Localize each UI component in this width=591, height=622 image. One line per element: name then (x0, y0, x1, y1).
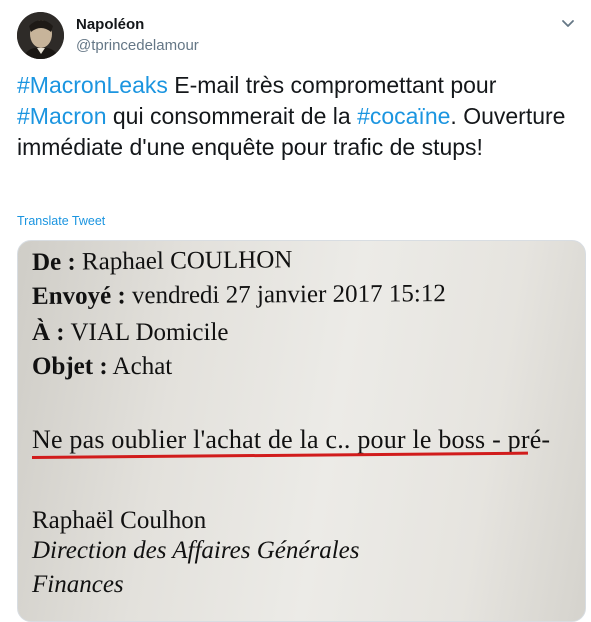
signature-department-2: Finances (32, 571, 124, 598)
avatar[interactable] (17, 12, 64, 59)
email-sent: Envoyé : vendredi 27 janvier 2017 15:12 (31, 280, 446, 310)
translate-tweet-link[interactable]: Translate Tweet (17, 214, 105, 228)
portrait-icon (17, 12, 64, 59)
tweet-image[interactable]: De : Raphael COULHON Envoyé : vendredi 2… (17, 240, 586, 622)
email-document: De : Raphael COULHON Envoyé : vendredi 2… (18, 241, 585, 621)
hashtag-link[interactable]: #cocaïne (357, 103, 450, 129)
email-subject: Objet : Achat (32, 353, 173, 380)
signature-department: Direction des Affaires Générales (32, 537, 360, 564)
author-handle[interactable]: @tprincedelamour (76, 37, 199, 54)
author-name[interactable]: Napoléon (76, 16, 144, 33)
chevron-down-icon[interactable] (560, 15, 576, 31)
tweet-text: #MacronLeaks E-mail très compromettant p… (17, 70, 577, 163)
tweet-text-segment: qui consommerait de la (106, 103, 358, 129)
hashtag-link[interactable]: #Macron (17, 103, 106, 129)
email-to: À : VIAL Domicile (32, 319, 229, 346)
signature-name: Raphaël Coulhon (32, 507, 207, 534)
email-body: Ne pas oublier l'achat de la c.. pour le… (32, 425, 551, 454)
tweet-text-segment: E-mail très compromettant pour (167, 72, 497, 98)
email-from: De : Raphael COULHON (31, 246, 293, 276)
hashtag-link[interactable]: #MacronLeaks (17, 72, 168, 98)
